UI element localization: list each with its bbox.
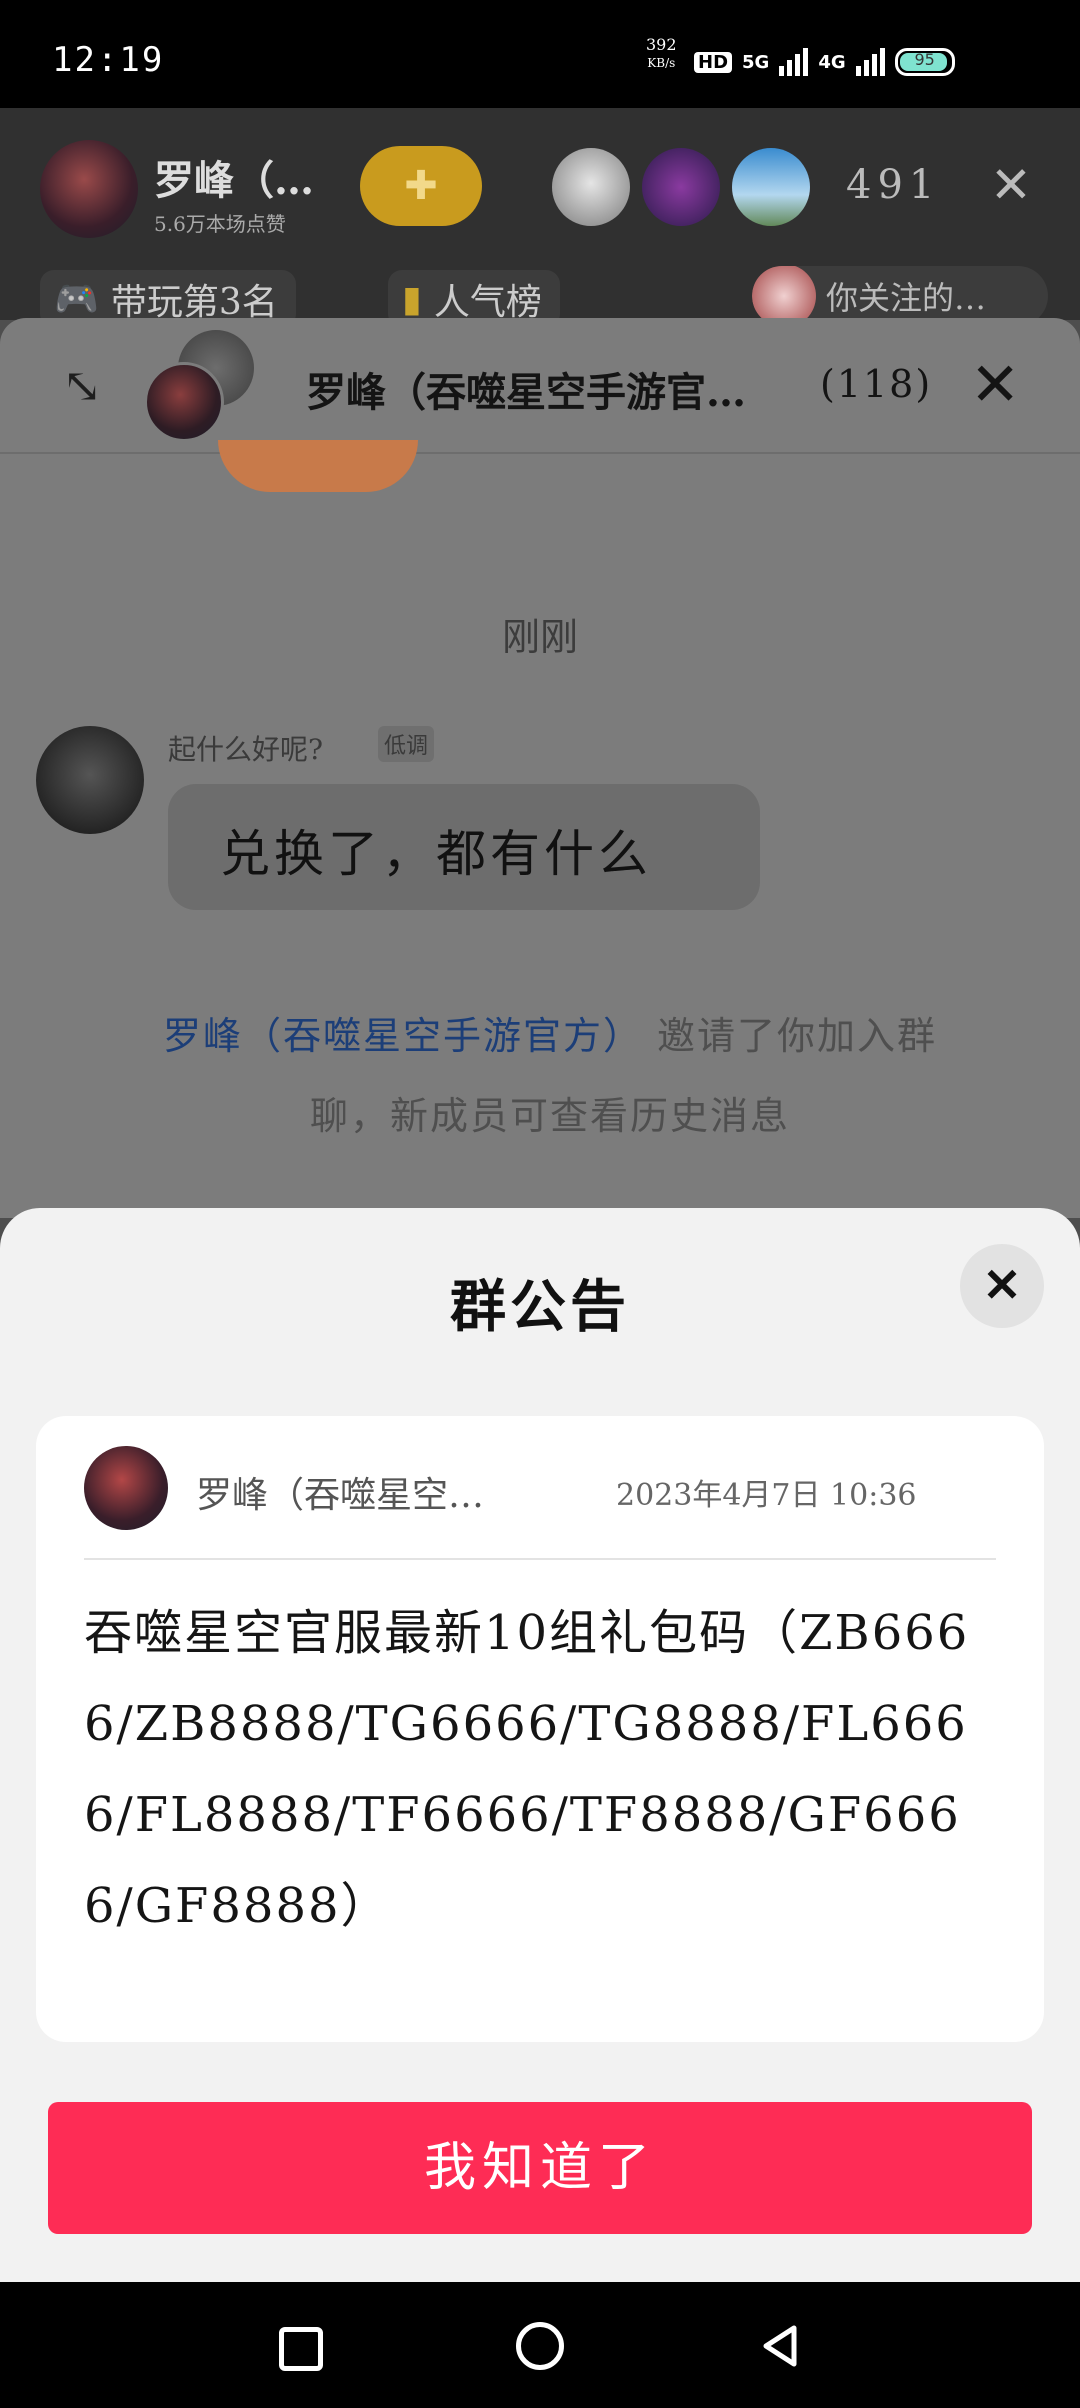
host-avatar[interactable]: [40, 140, 138, 238]
time-divider: 刚刚: [501, 615, 578, 659]
sender-avatar[interactable]: [36, 726, 144, 834]
bar-chart-icon: ▮: [402, 278, 422, 320]
battery-icon: 95: [894, 48, 955, 76]
sheet-title: 群公告: [450, 1274, 630, 1340]
back-icon[interactable]: [756, 2322, 804, 2370]
host-name[interactable]: 罗峰（…: [154, 148, 314, 206]
close-live-icon[interactable]: ✕: [990, 156, 1032, 214]
announcement-body: 吞噬星空官服最新10组礼包码（ZB6666/ZB8888/TG6666/TG88…: [84, 1605, 970, 1934]
post-time: 2023年4月7日 10:36: [616, 1478, 917, 1513]
status-icons: HD 5G 4G 95: [694, 42, 955, 82]
home-icon[interactable]: [516, 2322, 564, 2370]
sender-name: 起什么好呢?: [168, 733, 324, 766]
plus-icon: ✚: [404, 163, 438, 209]
message-text: 兑换了，都有什么: [220, 825, 652, 883]
status-time: 12:19: [52, 40, 165, 80]
system-notice: 罗峰（吞噬星空手游官方） 邀请了你加入群聊，新成员可查看历史消息: [140, 996, 960, 1156]
followed-chip[interactable]: 你关注的…: [752, 266, 1048, 326]
network-speed-value: 392: [646, 35, 677, 54]
network-5g-label: 5G: [742, 51, 770, 73]
viewer-count[interactable]: 491: [846, 162, 940, 208]
chat-title: 罗峰（吞噬星空手游官…: [306, 369, 746, 416]
signal-icon-sim2: [855, 48, 885, 76]
recents-icon[interactable]: [279, 2327, 323, 2371]
expand-icon[interactable]: ⤡: [62, 358, 102, 414]
member-count: (118): [820, 362, 933, 406]
followed-label: 你关注的…: [826, 279, 987, 317]
viewer-avatar[interactable]: [732, 148, 810, 226]
close-sheet-button[interactable]: ✕: [960, 1244, 1044, 1328]
signal-icon-sim1: [779, 48, 809, 76]
author-name: 罗峰（吞噬星空…: [196, 1475, 485, 1516]
follow-button[interactable]: ✚: [360, 146, 482, 226]
inviter-link[interactable]: 罗峰（吞噬星空手游官方）: [163, 1014, 643, 1058]
hd-voice-icon: HD: [694, 51, 733, 73]
network-4g-label: 4G: [818, 51, 846, 73]
sender-badge: 低调: [378, 726, 435, 762]
close-icon: ✕: [982, 1258, 1022, 1312]
sticker-image: [218, 440, 418, 492]
confirm-button[interactable]: 我知道了: [48, 2102, 1032, 2234]
viewer-avatar[interactable]: [642, 148, 720, 226]
network-speed-unit: KB/s: [647, 56, 676, 70]
network-speed: 392 KB/s: [646, 36, 677, 72]
viewer-avatar[interactable]: [552, 148, 630, 226]
group-avatar-primary: [144, 362, 224, 442]
gamepad-icon: 🎮: [54, 279, 99, 320]
close-chat-icon[interactable]: ✕: [970, 350, 1020, 420]
followed-avatar: [752, 266, 816, 326]
author-avatar[interactable]: [84, 1446, 168, 1530]
host-likes: 5.6万本场点赞: [154, 212, 286, 236]
card-divider: [84, 1558, 996, 1560]
battery-level: 95: [914, 50, 935, 69]
